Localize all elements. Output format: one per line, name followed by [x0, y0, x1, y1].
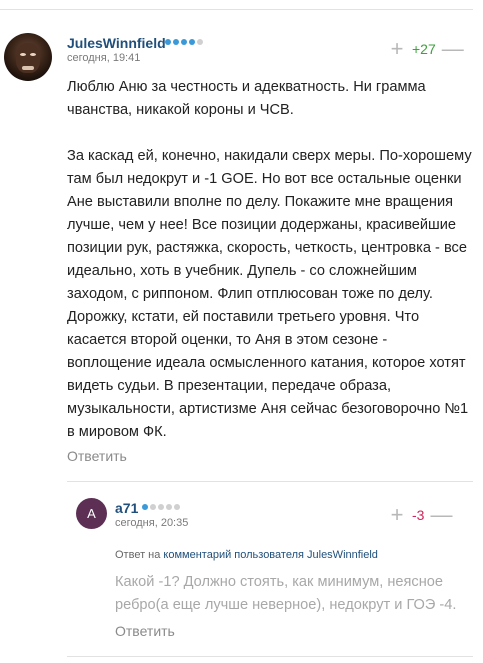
reply-reference: Ответ на комментарий пользователя JulesW… [115, 549, 378, 561]
reply-button[interactable]: Ответить [67, 448, 127, 464]
reply-button[interactable]: Ответить [115, 623, 175, 639]
rating-dot [158, 504, 164, 510]
comment-paragraph: За каскад ей, конечно, накидали сверх ме… [67, 148, 476, 440]
vote-widget: + -3 — [388, 504, 453, 526]
rating-dot [174, 504, 180, 510]
upvote-button[interactable]: + [388, 38, 406, 60]
avatar-eye [30, 53, 36, 56]
vote-widget: + +27 — [388, 38, 464, 60]
avatar-eye [20, 53, 26, 56]
comment-time: сегодня, 19:41 [67, 52, 141, 64]
comment-body: Люблю Аню за честность и адекватность. Н… [67, 76, 473, 444]
user-rating-dots [165, 39, 203, 45]
rating-dot [197, 39, 203, 45]
avatar-mouth [22, 66, 34, 70]
divider [67, 656, 473, 657]
comment-body: Какой -1? Должно стоять, как минимум, не… [115, 574, 457, 613]
rating-dot [150, 504, 156, 510]
comment-author[interactable]: a71 [115, 500, 138, 516]
comment-author[interactable]: JulesWinnfield [67, 35, 166, 51]
divider [67, 481, 473, 482]
rating-dot [166, 504, 172, 510]
parent-comment-link[interactable]: комментарий пользователя JulesWinnfield [163, 549, 378, 561]
user-rating-dots [142, 504, 180, 510]
comment-score: -3 [412, 507, 425, 523]
downvote-button[interactable]: — [442, 38, 464, 60]
rating-dot [165, 39, 171, 45]
comment-score: +27 [412, 41, 436, 57]
reply-reference-prefix: Ответ на [115, 549, 161, 561]
user-avatar[interactable] [4, 33, 52, 81]
comment-paragraph: Люблю Аню за честность и адекватность. Н… [67, 79, 430, 118]
upvote-button[interactable]: + [388, 504, 406, 526]
top-divider [0, 9, 473, 10]
rating-dot [189, 39, 195, 45]
downvote-button[interactable]: — [430, 504, 452, 526]
rating-dot [142, 504, 148, 510]
user-avatar[interactable]: А [76, 498, 107, 529]
comment-time: сегодня, 20:35 [115, 517, 189, 529]
rating-dot [173, 39, 179, 45]
rating-dot [181, 39, 187, 45]
